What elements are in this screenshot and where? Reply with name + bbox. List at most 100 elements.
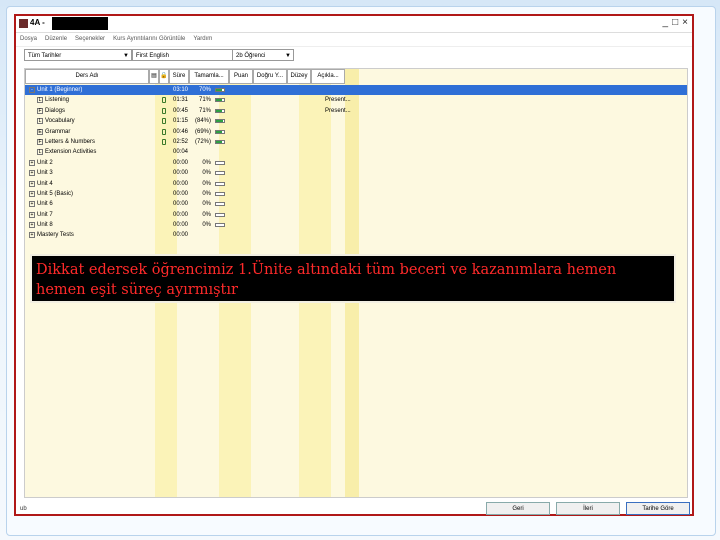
col-completion[interactable]: Tamamla... (189, 69, 229, 84)
student-select[interactable]: 2b Öğrenci ▼ (232, 49, 294, 61)
table-body: - Unit 1 (Beginner) 03:10 70% L Listening 01:3… (25, 85, 687, 241)
col-description[interactable]: Açıkla... (311, 69, 345, 84)
maximize-button[interactable]: □ (672, 17, 678, 29)
col-correct[interactable]: Doğru Y... (253, 69, 287, 84)
table-row[interactable]: - Unit 1 (Beginner) 03:10 70% (25, 85, 687, 96)
progress-bar (215, 139, 225, 144)
tree-expander-icon[interactable]: - (29, 87, 35, 93)
tree-expander-icon[interactable]: + (29, 201, 35, 208)
tree-expander-icon[interactable]: + (29, 211, 35, 218)
row-completion: 0% (202, 170, 211, 177)
tree-expander-icon[interactable]: + (29, 170, 35, 177)
row-time: 00:46 (173, 128, 189, 135)
tree-expander-icon[interactable]: L (37, 149, 43, 156)
table-row[interactable]: + Unit 8 00:00 0% (25, 220, 687, 230)
table-row[interactable]: F Letters & Numbers 02:52 (72%) (25, 137, 687, 147)
row-time: 03:10 (173, 87, 189, 93)
lock-icon (162, 107, 166, 114)
table-row[interactable]: F Dialogs 00:45 71% Present... (25, 106, 687, 116)
back-button[interactable]: Geri (486, 502, 550, 515)
col-lock-icon[interactable]: 🔒 (159, 69, 169, 84)
table-row[interactable]: L Vocabulary 01:15 (84%) (25, 116, 687, 126)
table-row[interactable]: + Unit 4 00:00 0% (25, 179, 687, 189)
col-time[interactable]: Süre (169, 69, 189, 84)
date-range-button[interactable]: Tarihe Göre (626, 502, 690, 515)
date-filter-select[interactable]: Tüm Tarihler ▼ (24, 49, 132, 61)
progress-fill (216, 99, 222, 102)
menu-options[interactable]: Seçenekler (75, 36, 105, 42)
row-lesson-name: Unit 3 (37, 170, 53, 177)
progress-fill (216, 140, 222, 143)
menu-help[interactable]: Yardım (193, 36, 212, 42)
table-row[interactable]: L Listening 01:31 71% Present... (25, 95, 687, 105)
tree-expander-icon[interactable]: F (37, 138, 43, 145)
progress-fill (216, 120, 223, 123)
row-lesson-name: Vocabulary (45, 118, 75, 125)
row-lesson-name: Letters & Numbers (45, 138, 96, 145)
filter-bar: Tüm Tarihler ▼ First English ▼ 2b Öğrenc… (16, 47, 692, 67)
close-button[interactable]: × (682, 17, 688, 29)
progress-bar (215, 223, 225, 228)
tree-expander-icon[interactable]: F (37, 107, 43, 114)
table-row[interactable]: + Unit 3 00:00 0% (25, 168, 687, 178)
lock-icon (162, 138, 166, 145)
tree-expander-icon[interactable]: + (29, 180, 35, 187)
col-level[interactable]: Düzey (287, 69, 311, 84)
row-time: 00:00 (173, 211, 189, 218)
progress-bar (215, 98, 225, 103)
row-lesson-name: Unit 2 (37, 159, 53, 166)
row-time: 00:45 (173, 107, 189, 114)
table-row[interactable]: E Grammar 00:46 (69%) (25, 127, 687, 137)
progress-bar (215, 160, 225, 165)
tree-expander-icon[interactable]: + (29, 222, 35, 229)
col-score[interactable]: Puan (229, 69, 253, 84)
table-row[interactable]: + Unit 6 00:00 0% (25, 199, 687, 209)
row-lesson-name: Grammar (45, 128, 71, 135)
table-row[interactable]: + Mastery Tests 00:00 (25, 230, 687, 240)
progress-bar (215, 181, 225, 186)
col-info-icon[interactable]: ▤ (149, 69, 159, 84)
progress-bar (215, 191, 225, 196)
row-lesson-name: Unit 6 (37, 201, 53, 208)
row-completion: (69%) (194, 128, 211, 135)
row-completion: 70% (198, 87, 211, 93)
tree-expander-icon[interactable]: E (37, 128, 43, 135)
row-time: 00:00 (173, 170, 189, 177)
row-completion: 0% (202, 201, 211, 208)
menu-edit[interactable]: Düzenle (45, 36, 67, 42)
row-completion (193, 147, 211, 157)
row-time: 00:00 (173, 201, 189, 208)
tree-expander-icon[interactable]: + (29, 190, 35, 197)
menu-course-details[interactable]: Kurs Ayrıntılarını Görüntüle (113, 36, 185, 42)
menu-file[interactable]: Dosya (20, 36, 37, 42)
row-completion: 0% (202, 180, 211, 187)
redacted-title (52, 17, 108, 30)
table-row[interactable]: + Unit 7 00:00 0% (25, 210, 687, 220)
chevron-down-icon: ▼ (123, 53, 129, 59)
course-value: First English (136, 53, 170, 59)
row-lesson-name: Unit 5 (Basic) (37, 190, 74, 197)
row-lesson-name: Unit 4 (37, 180, 53, 187)
lock-icon (162, 97, 166, 104)
tree-expander-icon[interactable]: L (37, 118, 43, 125)
row-lesson-name: Mastery Tests (37, 232, 74, 239)
tree-expander-icon[interactable]: + (29, 159, 35, 166)
col-lesson-name[interactable]: Ders Adı (25, 69, 149, 84)
app-icon (19, 19, 28, 28)
table-row[interactable]: + Unit 5 (Basic) 00:00 0% (25, 189, 687, 199)
progress-bar (215, 119, 225, 124)
row-description: Present... (325, 107, 351, 114)
row-time: 00:00 (173, 222, 189, 229)
course-select[interactable]: First English ▼ (132, 49, 240, 61)
progress-bar (215, 202, 225, 207)
forward-button[interactable]: İleri (556, 502, 620, 515)
tree-expander-icon[interactable]: + (29, 232, 35, 239)
table-row[interactable]: + Unit 2 00:00 0% (25, 158, 687, 168)
minimize-button[interactable]: _ (663, 17, 669, 29)
tree-expander-icon[interactable]: L (37, 97, 43, 104)
title-bar: 4A - _ □ × (16, 16, 692, 33)
status-text: ub (20, 506, 27, 512)
row-lesson-name: Listening (45, 97, 70, 104)
chevron-down-icon: ▼ (285, 53, 291, 59)
table-row[interactable]: L Extension Activities 00:04 (25, 147, 687, 157)
